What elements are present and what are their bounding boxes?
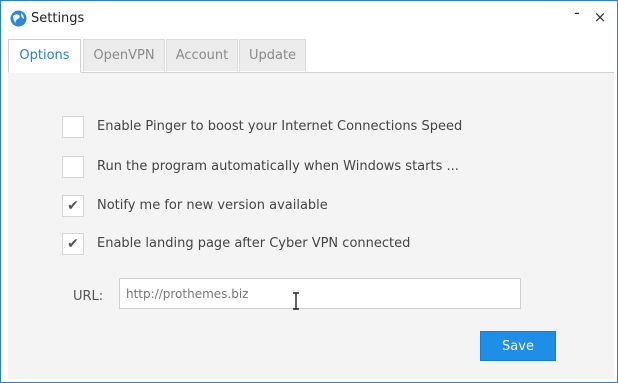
window-title: Settings	[31, 11, 85, 26]
option-label: Run the program automatically when Windo…	[97, 159, 459, 174]
option-label: Notify me for new version available	[97, 198, 328, 213]
startup-checkbox[interactable]	[62, 156, 84, 178]
globe-icon	[10, 10, 27, 27]
tab-openvpn[interactable]: OpenVPN	[83, 39, 165, 71]
pinger-checkbox[interactable]	[62, 116, 84, 138]
tab-update[interactable]: Update	[239, 39, 306, 71]
url-input[interactable]	[119, 278, 521, 309]
text-cursor-icon	[293, 292, 299, 310]
tab-account[interactable]: Account	[166, 39, 238, 71]
tab-options[interactable]: Options	[8, 39, 81, 73]
option-label: Enable Pinger to boost your Internet Con…	[97, 119, 463, 134]
notify-checkbox[interactable]: ✔	[62, 195, 84, 217]
settings-window: Settings - × Options OpenVPN Account Upd…	[0, 0, 618, 383]
check-icon: ✔	[67, 198, 79, 214]
option-label: Enable landing page after Cyber VPN conn…	[97, 236, 411, 251]
options-panel: Enable Pinger to boost your Internet Con…	[8, 72, 614, 379]
check-icon: ✔	[67, 236, 79, 252]
title-bar[interactable]: Settings - ×	[1, 1, 617, 35]
landing-page-checkbox[interactable]: ✔	[62, 233, 84, 255]
save-button[interactable]: Save	[480, 331, 556, 361]
minimize-button[interactable]: -	[567, 3, 587, 23]
close-button[interactable]: ×	[590, 7, 610, 27]
url-label: URL:	[73, 289, 104, 304]
